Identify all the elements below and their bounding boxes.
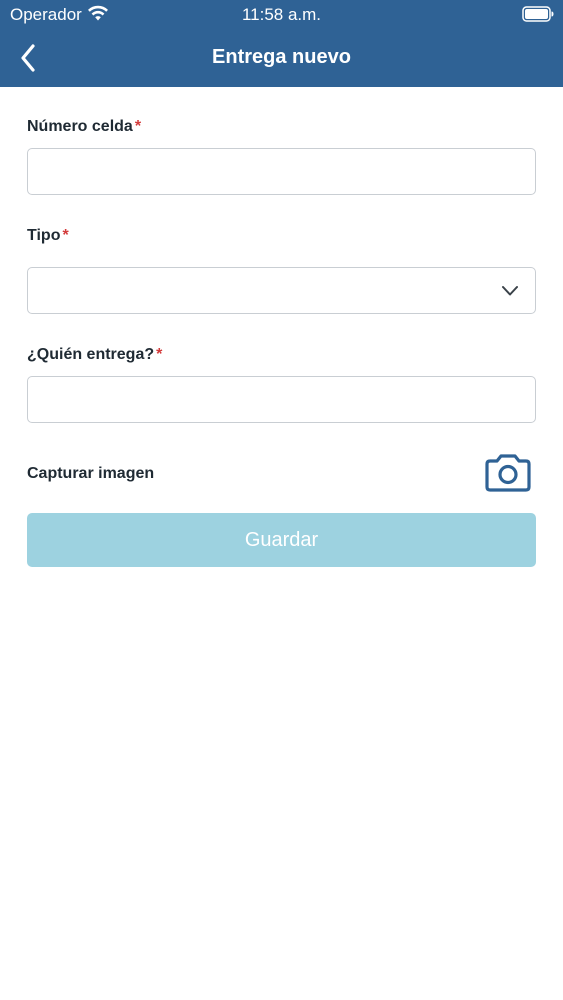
required-mark: * xyxy=(134,118,142,135)
who-delivers-input[interactable] xyxy=(27,376,536,423)
cell-number-label: Número celda * xyxy=(27,118,142,135)
camera-icon xyxy=(485,454,531,492)
status-bar: Operador 11:58 a.m. xyxy=(0,0,563,30)
type-select[interactable] xyxy=(27,267,536,314)
capture-image-button[interactable] xyxy=(483,453,533,493)
nav-bar: Entrega nuevo xyxy=(0,30,563,87)
cell-number-input[interactable] xyxy=(27,148,536,195)
who-delivers-label: ¿Quién entrega? * xyxy=(27,346,163,363)
page-title: Entrega nuevo xyxy=(212,46,351,68)
required-mark: * xyxy=(156,346,163,363)
battery-icon xyxy=(522,6,554,22)
chevron-down-icon xyxy=(502,286,518,296)
type-label: Tipo * xyxy=(27,227,69,244)
app-header: Operador 11:58 a.m. Entrega nuevo xyxy=(0,0,563,87)
required-mark: * xyxy=(62,227,69,244)
save-button[interactable]: Guardar xyxy=(27,513,536,567)
status-time: 11:58 a.m. xyxy=(241,5,322,24)
capture-image-label: Capturar imagen xyxy=(27,465,155,482)
